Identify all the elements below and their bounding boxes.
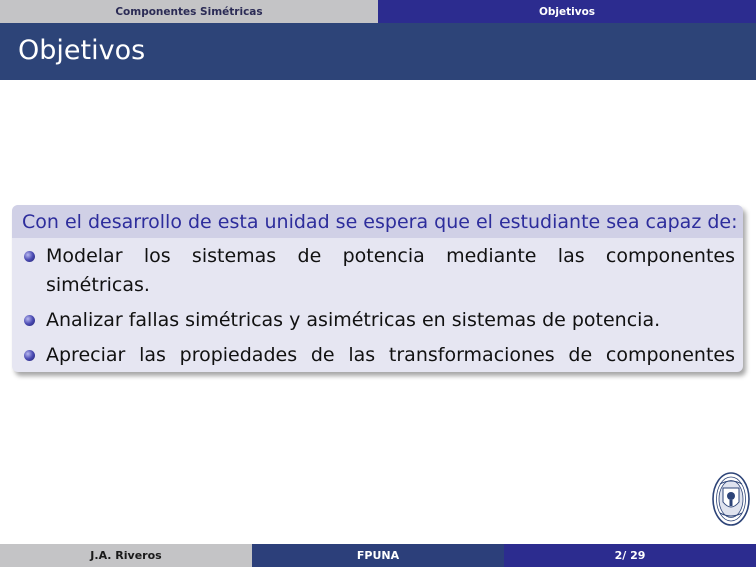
bullet-icon <box>24 315 35 326</box>
block-title: Con el desarrollo de esta unidad se espe… <box>12 205 743 238</box>
list-item-text: Apreciar las propiedades de las transfor… <box>46 344 735 366</box>
block-body: Modelar los sistemas de potencia mediant… <box>12 238 743 372</box>
section-navigation: Componentes Simétricas Objetivos <box>0 0 756 23</box>
footer-page-number: 2/ 29 <box>504 544 756 567</box>
objectives-block: Con el desarrollo de esta unidad se espe… <box>12 205 743 372</box>
nav-section-objetivos[interactable]: Objetivos <box>378 0 756 23</box>
list-item-text: Modelar los sistemas de potencia mediant… <box>46 245 735 296</box>
frame-title-bar: Objetivos <box>0 23 756 80</box>
bullet-icon <box>24 350 35 361</box>
footer-bar: J.A. Riveros FPUNA 2/ 29 <box>0 544 756 567</box>
nav-section-componentes[interactable]: Componentes Simétricas <box>0 0 378 23</box>
list-item: Modelar los sistemas de potencia mediant… <box>24 242 735 300</box>
list-item: Apreciar las propiedades de las transfor… <box>24 341 735 372</box>
footer-author: J.A. Riveros <box>0 544 252 567</box>
page-title: Objetivos <box>18 35 146 66</box>
footer-institution: FPUNA <box>252 544 504 567</box>
university-seal-icon <box>712 472 750 526</box>
list-item-text: Analizar fallas simétricas y asimétricas… <box>46 309 661 331</box>
bullet-icon <box>24 251 35 262</box>
list-item: Analizar fallas simétricas y asimétricas… <box>24 306 735 335</box>
objectives-list: Modelar los sistemas de potencia mediant… <box>24 242 735 372</box>
